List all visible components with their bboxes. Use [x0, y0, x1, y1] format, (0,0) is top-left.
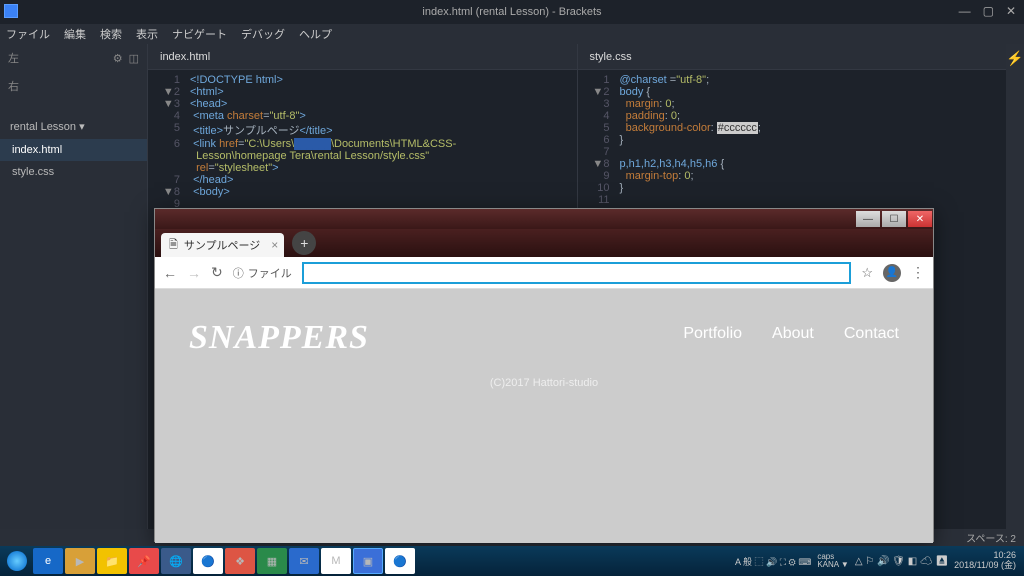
taskbar-app[interactable]: ▶ [65, 548, 95, 574]
editor-left-tab[interactable]: index.html [148, 44, 577, 70]
ime-status[interactable]: A 般 ⬚ 🔊 ⛶ ⚙ ⌨ [735, 555, 811, 568]
menu-item[interactable]: デバッグ [241, 26, 285, 42]
browser-maximize-icon[interactable]: ☐ [882, 211, 906, 227]
clock[interactable]: 10:26 2018/11/09 (金) [954, 551, 1016, 571]
bookmark-icon[interactable]: ☆ [861, 265, 873, 281]
taskbar-app[interactable]: ❖ [225, 548, 255, 574]
system-tray: A 般 ⬚ 🔊 ⛶ ⚙ ⌨ caps KANA ▼ △ ⚐ 🔊 🛡 ◧ ☁ ⏏ … [735, 551, 1022, 571]
sidebar-tabs: 左 ⚙ ◫ [0, 44, 147, 72]
taskbar-app[interactable]: ▣ [353, 548, 383, 574]
url-input[interactable] [302, 262, 852, 284]
sidebar-file[interactable]: style.css [0, 161, 147, 183]
maximize-icon[interactable]: ▢ [983, 4, 994, 18]
right-strip: ⚡ [1006, 44, 1024, 529]
profile-icon[interactable]: 👤 [883, 264, 901, 282]
titlebar-text: index.html (rental Lesson) - Brackets [422, 6, 601, 18]
editor-right-tab[interactable]: style.css [578, 44, 1007, 70]
nav-link[interactable]: About [772, 325, 814, 343]
taskbar-app[interactable]: 📌 [129, 548, 159, 574]
status-spaces[interactable]: スペース: 2 [966, 530, 1016, 545]
menubar: ファイル編集検索表示ナビゲートデバッグヘルプ [0, 24, 1024, 44]
browser-toolbar: ← → ↻ ⓘファイル ☆ 👤 ⋮ [155, 257, 933, 289]
menu-item[interactable]: ナビゲート [172, 26, 227, 42]
browser-window: — ☐ ✕ 🗎 サンプルページ × + ← → ↻ ⓘファイル ☆ 👤 ⋮ SN… [154, 208, 934, 542]
tab-close-icon[interactable]: × [271, 238, 278, 252]
taskbar: e ▶ 📁 📌 🌐 🔵 ❖ ▦ ✉ M ▣ 🔵 A 般 ⬚ 🔊 ⛶ ⚙ ⌨ ca… [0, 546, 1024, 576]
sidebar-right-tab[interactable]: 右 [8, 78, 19, 94]
live-preview-icon[interactable]: ⚡ [1006, 44, 1024, 67]
taskbar-app[interactable]: 🔵 [193, 548, 223, 574]
nav-link[interactable]: Portfolio [683, 325, 742, 343]
app-icon [4, 4, 18, 18]
kebab-menu-icon[interactable]: ⋮ [911, 264, 925, 281]
reload-icon[interactable]: ↻ [211, 264, 223, 281]
nav-link[interactable]: Contact [844, 325, 899, 343]
browser-minimize-icon[interactable]: — [856, 211, 880, 227]
sidebar: 左 ⚙ ◫ 右 rental Lesson ▾ index.htmlstyle.… [0, 44, 148, 529]
sidebar-file[interactable]: index.html [0, 139, 147, 161]
taskbar-app[interactable]: 📁 [97, 548, 127, 574]
file-icon: 🗎 [169, 236, 178, 255]
site-logo: SNAPPERS [189, 319, 369, 357]
site-nav: Portfolio About Contact [683, 325, 899, 343]
browser-viewport: SNAPPERS Portfolio About Contact (C)2017 H… [155, 289, 933, 543]
project-dropdown[interactable]: rental Lesson ▾ [0, 114, 147, 139]
sidebar-left-tab[interactable]: 左 [8, 50, 19, 66]
forward-icon[interactable]: → [187, 265, 201, 281]
menu-item[interactable]: ファイル [6, 26, 50, 42]
titlebar: index.html (rental Lesson) - Brackets — … [0, 0, 1024, 24]
browser-tab[interactable]: 🗎 サンプルページ × [161, 233, 284, 257]
new-tab-button[interactable]: + [292, 231, 316, 255]
window-controls: — ▢ ✕ [951, 0, 1024, 22]
start-button[interactable] [2, 548, 32, 574]
taskbar-app[interactable]: ✉ [289, 548, 319, 574]
back-icon[interactable]: ← [163, 265, 177, 281]
taskbar-app[interactable]: 🌐 [161, 548, 191, 574]
taskbar-app[interactable]: ▦ [257, 548, 287, 574]
tray-icons[interactable]: △ ⚐ 🔊 🛡 ◧ ☁ ⏏ [855, 556, 948, 567]
menu-item[interactable]: ヘルプ [299, 26, 332, 42]
close-icon[interactable]: ✕ [1006, 4, 1016, 18]
menu-item[interactable]: 表示 [136, 26, 158, 42]
browser-titlebar[interactable]: — ☐ ✕ [155, 209, 933, 229]
caps-status[interactable]: caps KANA ▼ [817, 553, 848, 569]
origin-chip: ⓘファイル [233, 265, 292, 281]
menu-item[interactable]: 検索 [100, 26, 122, 42]
taskbar-app[interactable]: 🔵 [385, 548, 415, 574]
minimize-icon[interactable]: — [959, 4, 971, 18]
browser-tabstrip: 🗎 サンプルページ × + [155, 229, 933, 257]
split-icon[interactable]: ◫ [129, 52, 139, 65]
taskbar-app[interactable]: M [321, 548, 351, 574]
menu-item[interactable]: 編集 [64, 26, 86, 42]
gear-icon[interactable]: ⚙ [113, 52, 123, 65]
taskbar-app[interactable]: e [33, 548, 63, 574]
sidebar-right-row: 右 [0, 72, 147, 100]
browser-tab-title: サンプルページ [184, 237, 260, 253]
browser-close-icon[interactable]: ✕ [908, 211, 932, 227]
copyright-text: (C)2017 Hattori-studio [189, 377, 899, 389]
